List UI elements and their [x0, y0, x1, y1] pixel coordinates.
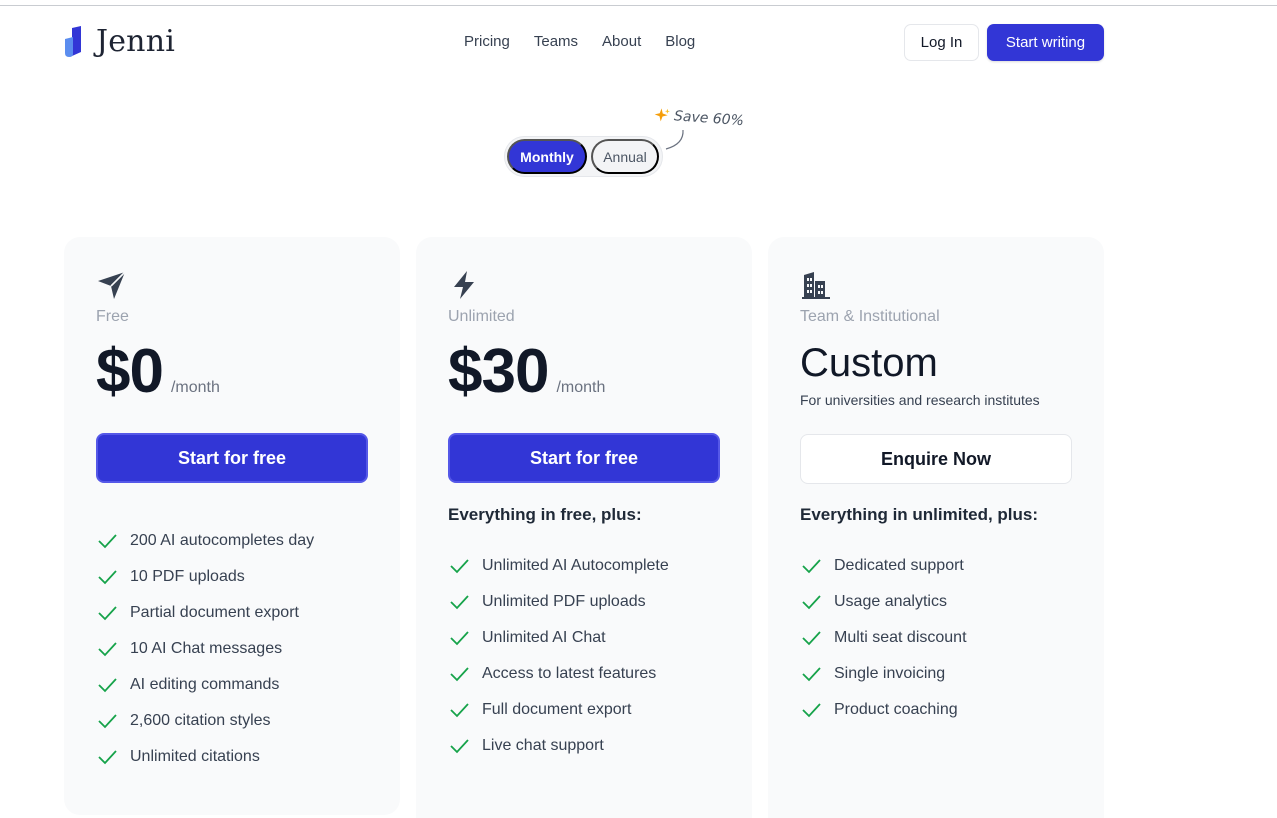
list-item: Unlimited AI Chat	[448, 620, 669, 656]
list-item: Multi seat discount	[800, 620, 967, 656]
check-icon	[98, 642, 117, 657]
list-item: 10 PDF uploads	[96, 559, 314, 595]
check-icon	[98, 534, 117, 549]
check-icon	[802, 703, 821, 718]
nav-pricing[interactable]: Pricing	[464, 32, 510, 52]
list-item: Access to latest features	[448, 656, 669, 692]
save-badge-text: Save 60%	[673, 108, 745, 130]
check-icon	[450, 739, 469, 754]
plan-name: Unlimited	[448, 308, 515, 325]
list-item: Single invoicing	[800, 656, 967, 692]
plan-price: $30	[448, 337, 549, 406]
list-item: 200 AI autocompletes day	[96, 523, 314, 559]
list-item: Product coaching	[800, 692, 967, 728]
list-item: Unlimited PDF uploads	[448, 584, 669, 620]
plan-card-unlimited: Unlimited $30 /month Start for free Ever…	[416, 237, 752, 818]
check-icon	[98, 678, 117, 693]
feature-text: 2,600 citation styles	[130, 712, 271, 729]
brand-name: Jenni	[96, 24, 176, 59]
nav-teams[interactable]: Teams	[534, 32, 578, 52]
curved-arrow-icon	[665, 129, 684, 150]
paper-plane-icon	[98, 271, 126, 299]
sparkle-icon	[654, 108, 670, 122]
list-item: Partial document export	[96, 595, 314, 631]
feature-text: Unlimited AI Autocomplete	[482, 557, 669, 574]
list-item: Unlimited citations	[96, 739, 314, 775]
list-item: 10 AI Chat messages	[96, 631, 314, 667]
plan-period: /month	[556, 379, 606, 396]
feature-text: Live chat support	[482, 737, 604, 754]
plan-card-free: Free $0 /month Start for free 200 AI aut…	[64, 237, 400, 815]
jenni-logo-icon	[65, 26, 81, 57]
check-icon	[802, 559, 821, 574]
list-item: Unlimited AI Autocomplete	[448, 548, 669, 584]
price-row: $0 /month	[96, 339, 368, 405]
lightning-icon	[454, 271, 474, 299]
list-item: Live chat support	[448, 728, 669, 764]
price-row: $30 /month	[448, 339, 720, 405]
feature-text: Usage analytics	[834, 593, 947, 610]
list-item: Usage analytics	[800, 584, 967, 620]
plan-price: $0	[96, 337, 164, 406]
feature-text: Single invoicing	[834, 665, 946, 682]
brand-logo[interactable]: Jenni	[64, 26, 175, 58]
plan-name: Team & Institutional	[800, 308, 940, 325]
feature-text: Access to latest features	[482, 665, 657, 682]
includes-heading: Everything in unlimited, plus:	[800, 505, 1039, 524]
list-item: 2,600 citation styles	[96, 703, 314, 739]
feature-text: Full document export	[482, 701, 632, 718]
save-badge: Save 60%	[654, 107, 745, 130]
list-item: AI editing commands	[96, 667, 314, 703]
feature-text: Dedicated support	[834, 557, 964, 574]
feature-text: 10 AI Chat messages	[130, 640, 283, 657]
start-for-free-button[interactable]: Start for free	[96, 433, 368, 483]
start-writing-button[interactable]: Start writing	[987, 24, 1104, 61]
plan-card-team: Team & Institutional Custom For universi…	[768, 237, 1104, 818]
feature-list: Dedicated support Usage analytics Multi …	[800, 548, 967, 728]
enquire-now-button[interactable]: Enquire Now	[800, 434, 1072, 484]
check-icon	[98, 714, 117, 729]
check-icon	[450, 667, 469, 682]
feature-text: AI editing commands	[130, 676, 280, 693]
feature-text: 10 PDF uploads	[130, 568, 245, 585]
billing-toggle: Monthly Annual	[504, 136, 663, 177]
list-item: Dedicated support	[800, 548, 967, 584]
check-icon	[98, 750, 117, 765]
plan-period: /month	[170, 379, 220, 396]
feature-text: Product coaching	[834, 701, 958, 718]
includes-heading: Everything in free, plus:	[448, 505, 642, 524]
check-icon	[450, 631, 469, 646]
monthly-option[interactable]: Monthly	[507, 139, 587, 174]
feature-text: Partial document export	[130, 604, 299, 621]
login-button[interactable]: Log In	[904, 24, 979, 61]
nav-about[interactable]: About	[602, 32, 641, 52]
feature-text: Unlimited PDF uploads	[482, 593, 646, 610]
check-icon	[450, 595, 469, 610]
feature-text: 200 AI autocompletes day	[130, 532, 315, 549]
site-header: Jenni Pricing Teams About Blog Log In St…	[0, 0, 1277, 84]
check-icon	[802, 667, 821, 682]
list-item: Full document export	[448, 692, 669, 728]
nav-blog[interactable]: Blog	[665, 32, 695, 52]
check-icon	[98, 570, 117, 585]
check-icon	[98, 606, 117, 621]
plan-name: Free	[96, 308, 129, 325]
start-for-free-button[interactable]: Start for free	[448, 433, 720, 483]
check-icon	[450, 703, 469, 718]
check-icon	[802, 631, 821, 646]
annual-option[interactable]: Annual	[591, 139, 659, 174]
feature-list: 200 AI autocompletes day 10 PDF uploads …	[96, 523, 314, 775]
check-icon	[802, 595, 821, 610]
building-icon	[802, 272, 830, 299]
plan-subtitle: For universities and research institutes	[800, 392, 1040, 408]
feature-text: Unlimited citations	[130, 748, 260, 765]
check-icon	[450, 559, 469, 574]
feature-text: Multi seat discount	[834, 629, 967, 646]
feature-text: Unlimited AI Chat	[482, 629, 606, 646]
main-nav: Pricing Teams About Blog	[464, 32, 695, 52]
feature-list: Unlimited AI Autocomplete Unlimited PDF …	[448, 548, 669, 764]
plan-price: Custom	[800, 341, 938, 385]
